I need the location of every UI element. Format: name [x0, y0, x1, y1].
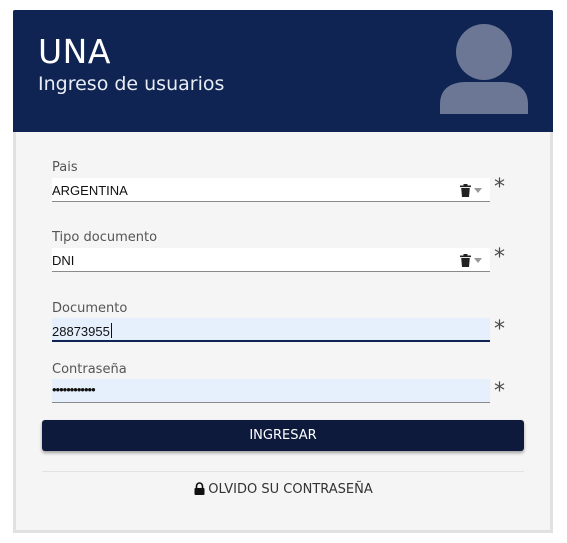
documento-value: 28873955 [52, 324, 110, 339]
pais-value: ARGENTINA [52, 183, 128, 198]
ingresar-button[interactable]: INGRESAR [42, 420, 524, 451]
lock-icon [194, 482, 205, 495]
documento-input[interactable]: 28873955 [52, 318, 490, 342]
contrasena-input[interactable]: •••••••••••• [52, 379, 490, 403]
contrasena-label: Contraseña [52, 362, 127, 377]
tipo-documento-required-mark: * [494, 245, 505, 270]
pais-required-mark: * [494, 175, 505, 200]
tipo-documento-value: DNI [52, 253, 75, 268]
documento-label: Documento [52, 301, 128, 316]
chevron-down-icon[interactable] [474, 188, 482, 193]
page-subtitle: Ingreso de usuarios [38, 73, 225, 95]
documento-required-mark: * [494, 317, 505, 342]
chevron-down-icon[interactable] [474, 258, 482, 263]
login-header: UNA Ingreso de usuarios [13, 10, 553, 132]
pais-label: Pais [52, 160, 78, 175]
tipo-documento-select[interactable]: DNI [52, 248, 490, 272]
contrasena-value: •••••••••••• [52, 382, 96, 397]
trash-icon[interactable] [460, 254, 471, 267]
forgot-password-link[interactable]: OLVIDO SU CONTRASEÑA [0, 482, 567, 497]
text-caret [110, 323, 112, 338]
tipo-documento-label: Tipo documento [52, 230, 158, 245]
pais-select[interactable]: ARGENTINA [52, 178, 490, 202]
trash-icon[interactable] [460, 184, 471, 197]
forgot-password-label: OLVIDO SU CONTRASEÑA [208, 482, 373, 497]
divider [42, 471, 524, 472]
app-title: UNA [38, 32, 111, 71]
user-avatar-icon [440, 24, 528, 114]
contrasena-required-mark: * [494, 379, 505, 404]
